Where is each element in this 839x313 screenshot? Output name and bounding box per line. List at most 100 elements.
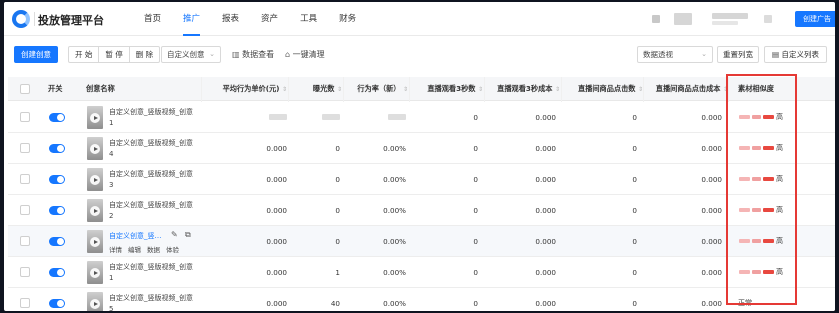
- col-live-product-click-cost[interactable]: 直播间商品点击成本 ⇕: [645, 77, 728, 101]
- table-row[interactable]: 自定义创意_竖版视频_创意1 0 0.000 0 0.000 高: [8, 102, 835, 133]
- status-toggle[interactable]: [49, 299, 65, 308]
- nav-assets[interactable]: 资产: [261, 2, 278, 36]
- row-checkbox[interactable]: [20, 236, 30, 246]
- custom-columns-button[interactable]: ▤ 自定义列表: [764, 46, 827, 63]
- create-creative-button[interactable]: 创建创意: [14, 46, 58, 63]
- chart-icon: ▥: [232, 50, 240, 59]
- play-icon[interactable]: [90, 144, 100, 154]
- delete-button[interactable]: 删 除: [130, 47, 159, 62]
- col-live-product-click-cost-label: 直播间商品点击成本: [655, 84, 721, 93]
- cell-impressions: 40: [330, 299, 340, 308]
- status-toggle[interactable]: [49, 237, 65, 246]
- cell-avg-cost: 0.000: [266, 175, 287, 184]
- creative-name[interactable]: 自定义创意_竖版视频_创意4: [109, 138, 193, 160]
- reset-columns-button[interactable]: 重置列宽: [717, 46, 759, 63]
- table-row[interactable]: 自定义创意_竖版... ✎ ⧉ 详情 编辑 数据 体验 0.000 0 0.00% 0 0.000 0 0…: [8, 226, 835, 257]
- row-action-link[interactable]: 数据: [147, 246, 160, 254]
- col-live-product-clicks[interactable]: 直播间商品点击数 ⇕: [563, 77, 643, 101]
- nav-finance[interactable]: 财务: [339, 2, 356, 36]
- creative-name[interactable]: 自定义创意_竖版视频_创意3: [109, 169, 193, 191]
- play-icon[interactable]: [90, 113, 100, 123]
- row-checkbox[interactable]: [20, 298, 30, 308]
- chevron-down-icon: ⌄: [701, 50, 707, 58]
- table-row[interactable]: 自定义创意_竖版视频_创意1 0.000 1 0.00% 0 0.000 0 0.000 高: [8, 257, 835, 288]
- row-action-link[interactable]: 编辑: [128, 246, 141, 254]
- col-live-3s[interactable]: 直播观看3秒数 ⇕: [411, 77, 483, 101]
- account-avatar[interactable]: [674, 13, 692, 25]
- similarity-bar: [752, 270, 761, 274]
- creative-name[interactable]: 自定义创意_竖版视频_创意1: [109, 262, 193, 284]
- custom-creative-select[interactable]: 自定义创意 ⌄: [161, 46, 221, 63]
- account-name[interactable]: [712, 13, 748, 19]
- creative-name[interactable]: 自定义创意_竖版视频_创意2: [109, 200, 193, 222]
- row-checkbox[interactable]: [20, 205, 30, 215]
- col-impressions[interactable]: 曝光数 ⇕: [290, 77, 342, 101]
- table-row[interactable]: 自定义创意_竖版视频_创意5 0.000 40 0.00% 0 0.000 0 0.000 正常: [8, 288, 835, 311]
- create-ad-button[interactable]: 创建广告: [795, 11, 835, 27]
- nav-home[interactable]: 首页: [144, 2, 161, 36]
- row-checkbox[interactable]: [20, 143, 30, 153]
- row-checkbox[interactable]: [20, 112, 30, 122]
- row-checkbox[interactable]: [20, 174, 30, 184]
- redacted-value: [269, 114, 287, 120]
- table-row[interactable]: 自定义创意_竖版视频_创意4 0.000 0 0.00% 0 0.000 0 0.000 高: [8, 133, 835, 164]
- similarity-bar: [763, 270, 774, 274]
- play-icon[interactable]: [90, 206, 100, 216]
- edit-icon[interactable]: ✎: [171, 231, 179, 239]
- status-toggle[interactable]: [49, 175, 65, 184]
- creative-name[interactable]: 自定义创意_竖版视频_创意5: [109, 293, 193, 311]
- status-toggle[interactable]: [49, 144, 65, 153]
- cell-live-3s-cost: 0.000: [535, 144, 556, 153]
- creative-thumbnail[interactable]: [87, 168, 103, 191]
- sort-icon: ⇕: [281, 86, 287, 93]
- nav-reports[interactable]: 报表: [222, 2, 239, 36]
- creative-thumbnail[interactable]: [87, 230, 103, 253]
- similarity-bar: [739, 146, 750, 150]
- broom-icon: ⌂: [285, 50, 291, 59]
- switch-account-icon[interactable]: [764, 15, 772, 23]
- header-divider: [34, 12, 35, 26]
- table-row[interactable]: 自定义创意_竖版视频_创意2 0.000 0 0.00% 0 0.000 0 0.000 高: [8, 195, 835, 226]
- play-icon[interactable]: [90, 175, 100, 185]
- similarity-bar: [752, 177, 761, 181]
- status-toggle[interactable]: [49, 206, 65, 215]
- cell-impressions: 0: [335, 175, 340, 184]
- row-action-link[interactable]: 体验: [166, 246, 179, 254]
- creative-name[interactable]: 自定义创意_竖版视频_创意1: [109, 107, 193, 129]
- similarity-bar: [739, 177, 750, 181]
- one-click-clean-button[interactable]: ⌂ 一键清理: [285, 46, 325, 63]
- row-checkbox[interactable]: [20, 267, 30, 277]
- creative-thumbnail[interactable]: [87, 292, 103, 311]
- col-action-rate[interactable]: 行为率（新） ⇕: [345, 77, 408, 101]
- creative-thumbnail[interactable]: [87, 137, 103, 160]
- sort-icon: ⇕: [336, 86, 342, 93]
- select-all-checkbox[interactable]: [20, 84, 30, 94]
- copy-icon[interactable]: ⧉: [185, 231, 193, 239]
- nav-tools[interactable]: 工具: [300, 2, 317, 36]
- play-icon[interactable]: [90, 299, 100, 309]
- play-icon[interactable]: [90, 237, 100, 247]
- status-toggle[interactable]: [49, 113, 65, 122]
- creative-thumbnail[interactable]: [87, 261, 103, 284]
- message-icon[interactable]: [652, 15, 660, 23]
- pause-button[interactable]: 暂 停: [99, 47, 130, 62]
- creative-name[interactable]: 自定义创意_竖版...: [109, 231, 166, 242]
- similarity-value: 高: [776, 144, 783, 152]
- sort-icon: ⇕: [402, 86, 408, 93]
- similarity-value: 高: [776, 268, 783, 276]
- creative-thumbnail[interactable]: [87, 106, 103, 129]
- view-data-button[interactable]: ▥ 数据查看: [232, 46, 274, 63]
- table-row[interactable]: 自定义创意_竖版视频_创意3 0.000 0 0.00% 0 0.000 0 0.000 高: [8, 164, 835, 195]
- app-title: 投放管理平台: [38, 14, 104, 27]
- pivot-select[interactable]: 数据透视 ⌄: [637, 46, 713, 63]
- row-action-link[interactable]: 详情: [109, 246, 122, 254]
- creative-thumbnail[interactable]: [87, 199, 103, 222]
- start-button[interactable]: 开 始: [69, 47, 100, 62]
- col-live-3s-cost[interactable]: 直播观看3秒成本 ⇕: [486, 77, 560, 101]
- status-toggle[interactable]: [49, 268, 65, 277]
- col-avg-cost[interactable]: 平均行为单价(元) ⇕: [203, 77, 287, 101]
- nav-promotion[interactable]: 推广: [183, 2, 201, 36]
- play-icon[interactable]: [90, 268, 100, 278]
- redacted-value: [322, 114, 340, 120]
- cell-live-product-click-cost: 0.000: [701, 299, 722, 308]
